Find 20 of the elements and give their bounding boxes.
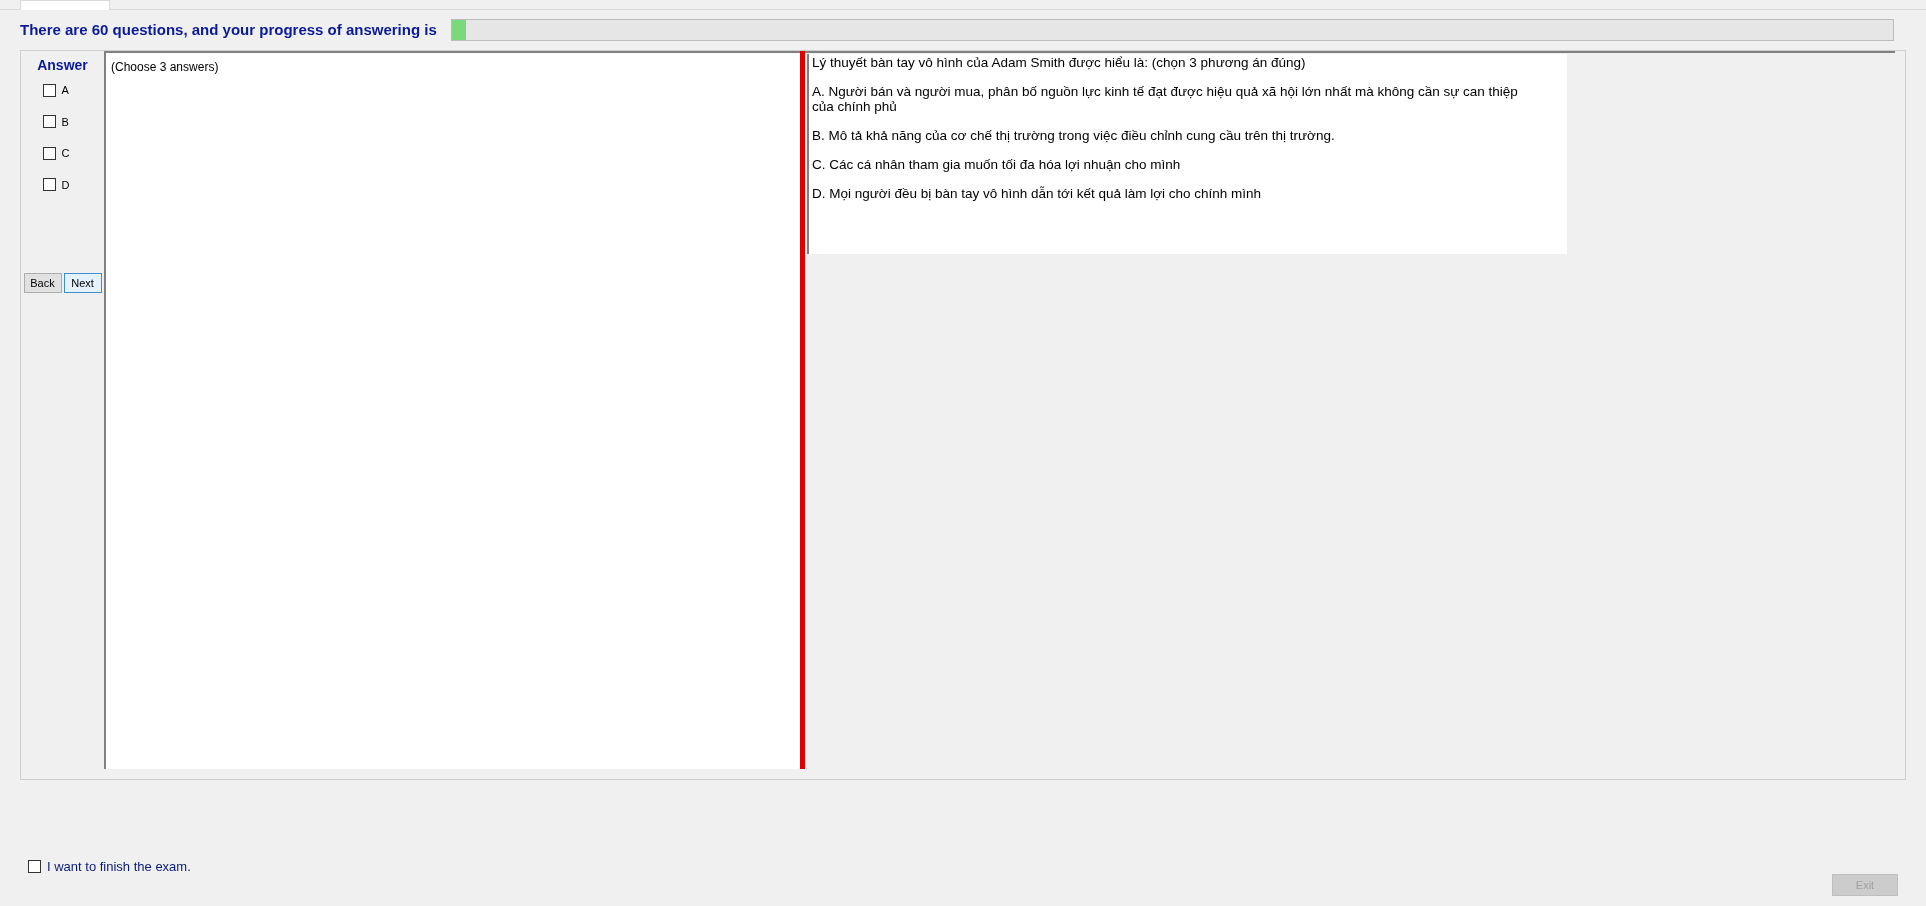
question-choice: B. Mô tả khả năng của cơ chế thị trường trong việc điều chỉnh cung cầu trên thị trường.	[812, 128, 1336, 143]
answer-option-label: A	[61, 83, 69, 98]
answer-option-label: C	[61, 146, 70, 161]
question-choice: A. Người bán và người mua, phân bố nguồn lực kinh tế đạt được hiệu quả xã hội lớn nhất mà không cần sự can thiệp của chính phủ	[812, 84, 1519, 114]
answer-title: Answer	[37, 56, 88, 75]
answer-checkbox[interactable]	[42, 115, 56, 129]
finish-label: I want to finish the exam.	[47, 857, 191, 876]
question-choice: C. Các cá nhân tham gia muốn tối đa hóa lợi nhuận cho mình	[812, 157, 1182, 172]
instruction-text: (Choose 3 answers)	[111, 60, 219, 74]
nav-button[interactable]: Next	[63, 273, 102, 293]
answer-checkbox[interactable]	[42, 178, 56, 192]
answer-option-label: B	[61, 114, 69, 130]
question-stem: Lý thuyết bàn tay vô hình của Adam Smith được hiểu là: (chọn 3 phương án đúng)	[812, 55, 1307, 70]
answer-checkbox[interactable]	[42, 83, 56, 97]
finish-checkbox[interactable]	[28, 859, 41, 873]
nav-button[interactable]: Back	[23, 273, 62, 293]
question-choice: D. Mọi người đều bị bàn tay vô hình dẫn tới kết quả làm lợi cho chính mình	[812, 186, 1263, 201]
answer-option-label: D	[61, 177, 70, 193]
progress-label: There are 60 questions, and your progress of answering is	[20, 19, 437, 40]
answer-checkbox[interactable]	[42, 146, 56, 160]
